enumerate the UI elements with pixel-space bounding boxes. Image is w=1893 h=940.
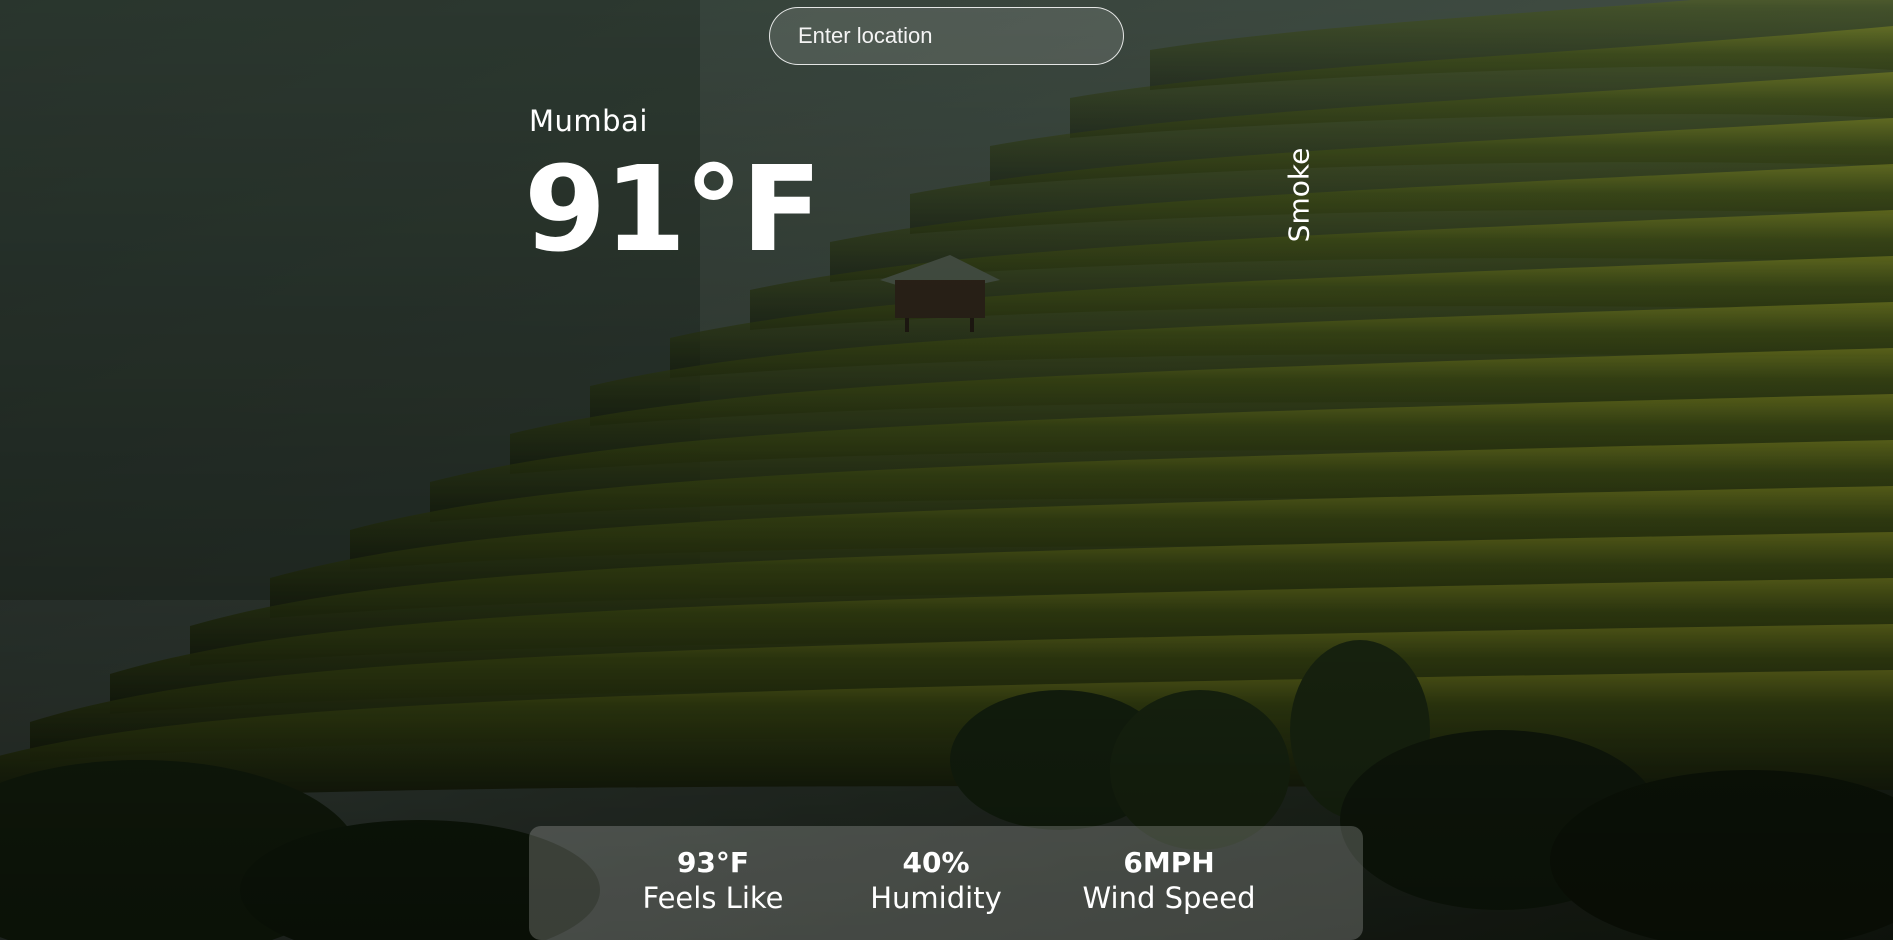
- wind-speed-label: Wind Speed: [1082, 880, 1256, 915]
- feels-like-value: 93°F: [676, 846, 750, 879]
- wind-speed-value: 6MPH: [1123, 846, 1215, 879]
- humidity-label: Humidity: [870, 880, 1002, 915]
- stat-humidity: 40% Humidity: [828, 826, 1044, 940]
- location-search-input[interactable]: [769, 7, 1124, 65]
- weather-stats-panel: 93°F Feels Like 40% Humidity 6MPH Wind S…: [529, 826, 1363, 940]
- weather-app: Mumbai 91°F Smoke 93°F Feels Like 40% Hu…: [0, 0, 1893, 940]
- stat-wind-speed: 6MPH Wind Speed: [1044, 826, 1294, 940]
- city-name: Mumbai: [529, 104, 648, 138]
- feels-like-label: Feels Like: [642, 880, 784, 915]
- background-overlay: [0, 0, 1893, 940]
- humidity-value: 40%: [902, 846, 970, 879]
- weather-condition-label: Smoke: [1282, 147, 1316, 243]
- weather-condition: Smoke: [1279, 145, 1319, 245]
- stat-feels-like: 93°F Feels Like: [598, 826, 828, 940]
- current-temperature: 91°F: [524, 140, 822, 278]
- search-bar: [769, 7, 1124, 65]
